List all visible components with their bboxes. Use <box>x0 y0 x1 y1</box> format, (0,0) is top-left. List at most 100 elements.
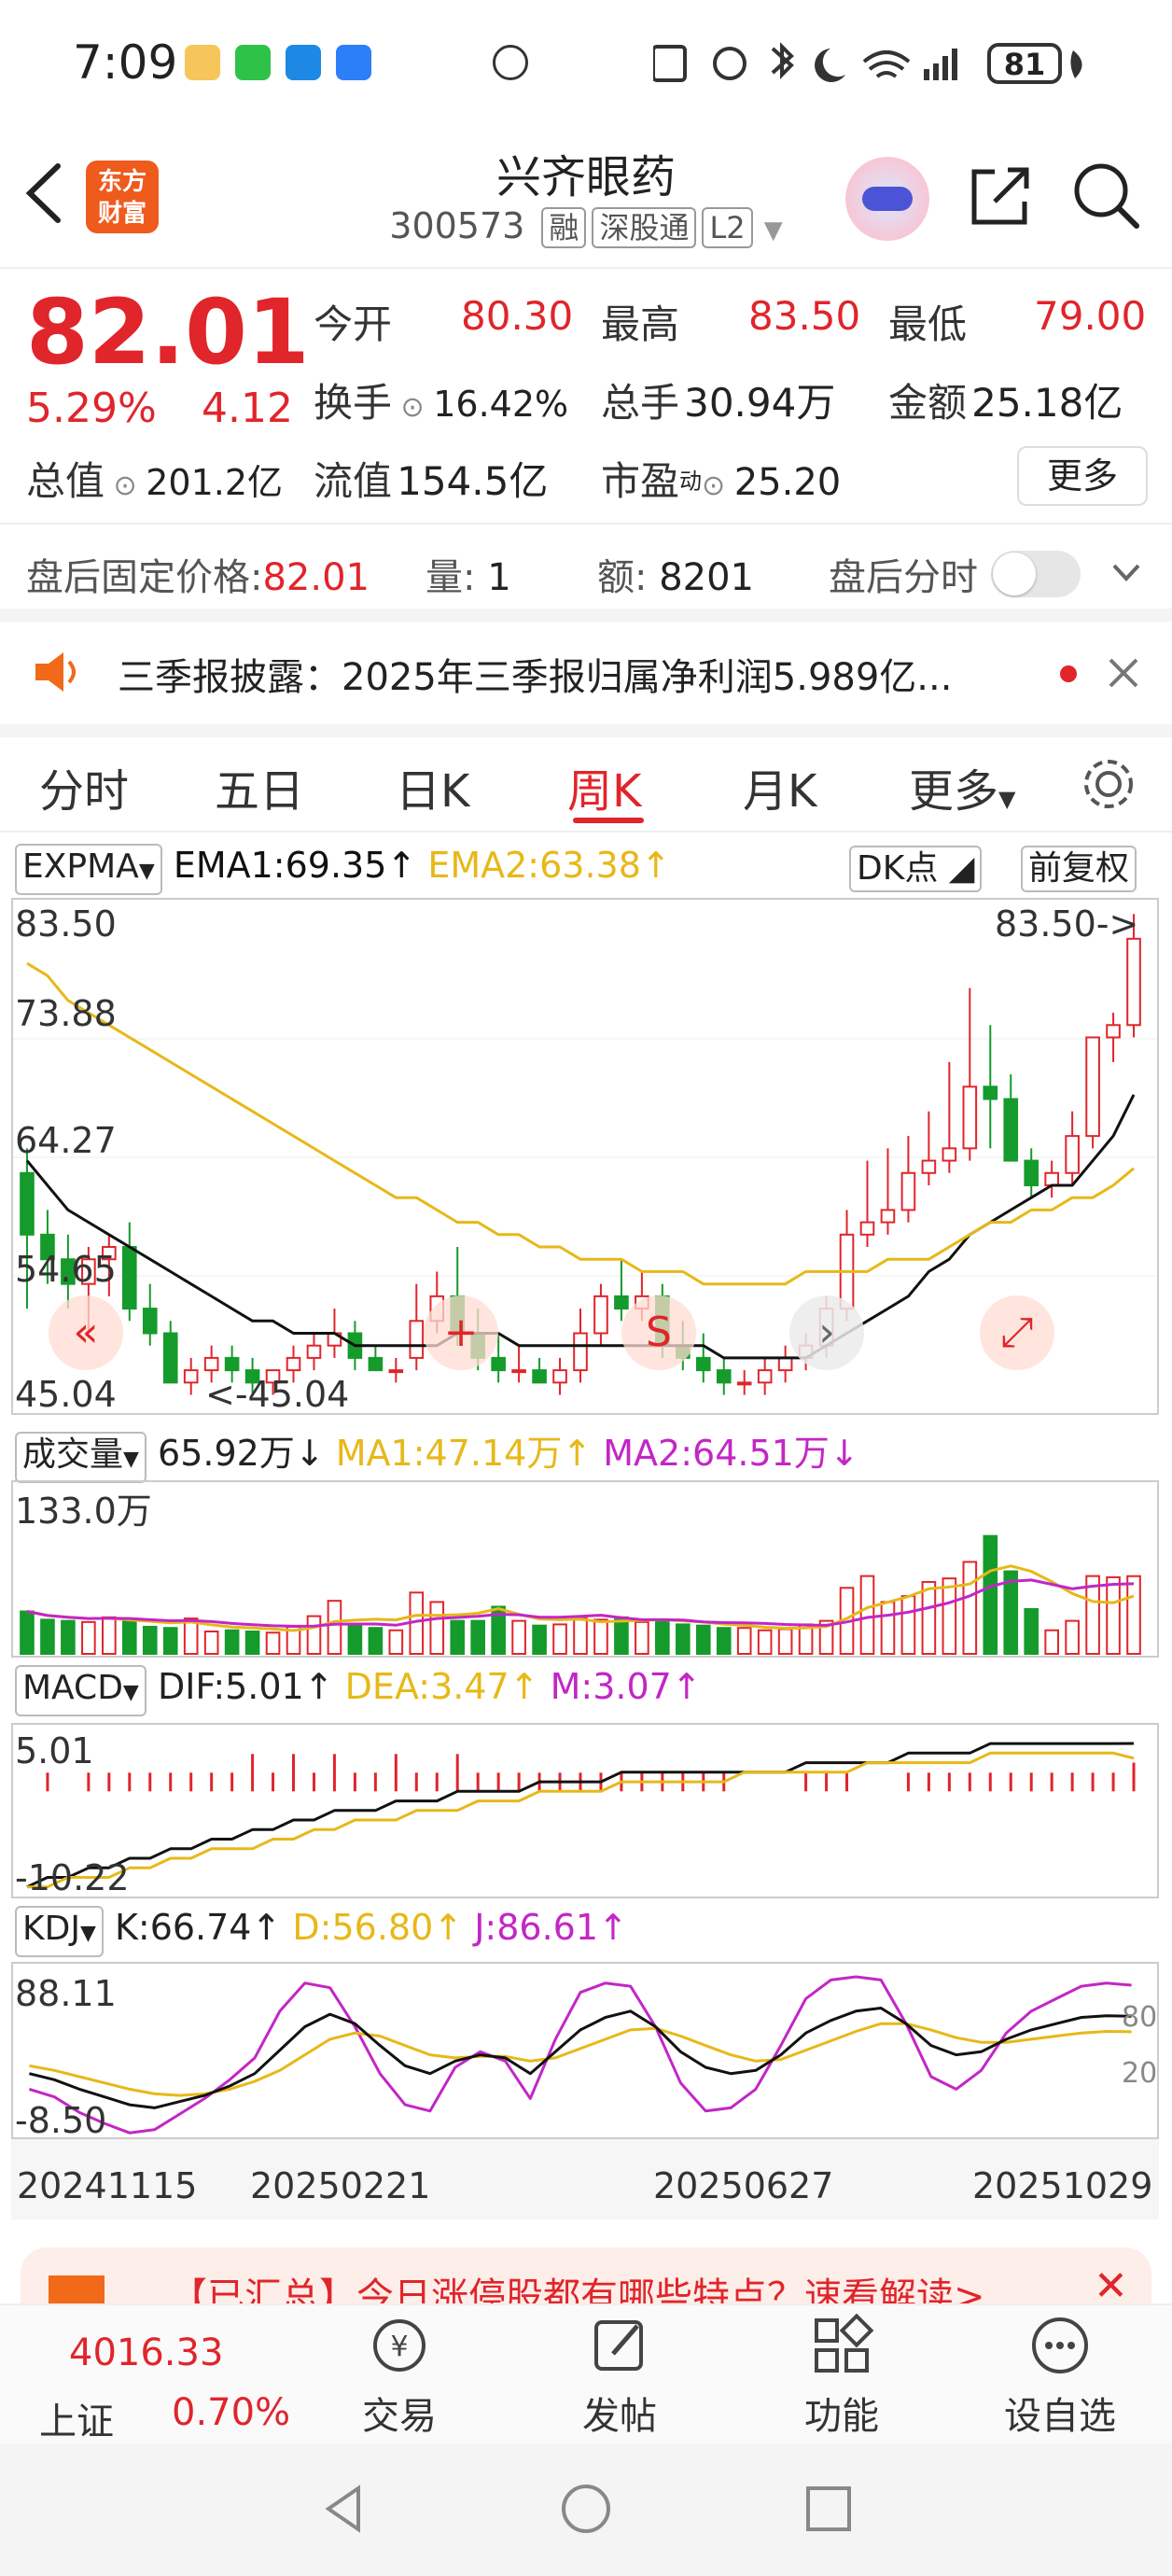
sell-signal-icon[interactable]: S <box>621 1295 696 1370</box>
tab-intraday[interactable]: 分时 <box>39 754 129 819</box>
mktcap-row: 总值 ⊙ 201.2亿 <box>26 450 283 507</box>
kdj-pane[interactable]: 88.11 -8.50 80 20 <box>11 1962 1159 2141</box>
after-hours-toggle[interactable] <box>991 551 1081 597</box>
app-notification-icon <box>185 45 220 80</box>
settings-gear-icon[interactable] <box>1079 754 1138 814</box>
candle <box>614 1295 629 1310</box>
kdj-selector[interactable]: KDJ▼ <box>15 1906 104 1957</box>
tag-l2: L2 <box>702 207 753 248</box>
y-label-3: 64.27 <box>15 1120 117 1161</box>
mktcap-value: 201.2亿 <box>146 462 284 503</box>
candle <box>409 1320 425 1359</box>
scroll-right-icon[interactable]: › <box>789 1295 864 1370</box>
macd-pane[interactable]: 5.01 -10.22 <box>11 1723 1159 1898</box>
kdj-k-line <box>29 2007 1132 2109</box>
y-label-high: 83.50 <box>15 903 117 945</box>
volume-selector[interactable]: 成交量▼ <box>15 1432 146 1483</box>
expma-selector[interactable]: EXPMA▼ <box>15 844 162 895</box>
volume-bar <box>20 1610 35 1656</box>
add-watchlist-button[interactable]: 设自选 <box>995 2313 1125 2440</box>
volume-bar <box>716 1627 732 1655</box>
volume-bar <box>102 1616 117 1655</box>
kdj-level-80: 80 <box>1122 2001 1158 2034</box>
scroll-left-icon[interactable]: « <box>49 1295 123 1370</box>
search-icon[interactable] <box>1071 161 1142 231</box>
promo-text: 【已汇总】今日涨停股都有哪些特点？速看解读> <box>170 2275 985 2303</box>
low-value: 79.00 <box>1034 293 1147 339</box>
function-button[interactable]: 功能 <box>776 2313 907 2440</box>
assistant-avatar-icon[interactable] <box>845 157 929 241</box>
volume-bar <box>757 1629 773 1656</box>
notice-bar[interactable]: 三季报披露：2025年三季报归属净利润5.989亿... <box>0 621 1172 723</box>
nav-home-icon[interactable] <box>558 2481 614 2537</box>
volume-bar <box>511 1619 526 1655</box>
macd-y-bottom: -10.22 <box>15 1857 130 1898</box>
candle <box>695 1356 711 1372</box>
volume-bar <box>162 1627 178 1655</box>
fullscreen-icon[interactable]: ⤢ <box>980 1295 1054 1370</box>
message-app-icon <box>286 45 321 80</box>
nav-recents-icon[interactable] <box>801 2481 857 2537</box>
candle <box>573 1332 588 1372</box>
macd-selector[interactable]: MACD▼ <box>15 1665 146 1716</box>
tag-connect: 深股通 <box>592 207 697 248</box>
status-time: 7:09 <box>73 35 178 90</box>
macd-dif: DIF:5.01 <box>157 1666 304 1707</box>
max-price-label: 83.50-> <box>995 903 1139 945</box>
open-value: 80.30 <box>461 293 574 339</box>
nfc-icon <box>653 45 687 82</box>
leaf-icon <box>1070 50 1082 78</box>
tab-weekly-k[interactable]: 周K <box>567 754 641 819</box>
volume-bar <box>614 1616 629 1655</box>
battery-level: 81 <box>1003 47 1046 82</box>
tab-five-day[interactable]: 五日 <box>215 754 304 819</box>
volume-bar <box>142 1625 158 1656</box>
volume-bar <box>1065 1619 1080 1655</box>
date-label-1: 20241115 <box>17 2165 198 2206</box>
volume-ma1: MA1:47.14万 <box>335 1433 563 1474</box>
candle <box>20 1171 35 1236</box>
volume-bar <box>327 1600 342 1656</box>
promo-banner[interactable]: 【已汇总】今日涨停股都有哪些特点？速看解读> ✕ <box>21 2247 1151 2303</box>
active-tab-indicator <box>573 818 644 823</box>
volume-bar <box>347 1623 363 1655</box>
bluetooth-icon <box>771 42 794 79</box>
more-button[interactable]: 更多 <box>1017 446 1148 506</box>
zoom-in-icon[interactable]: + <box>424 1295 498 1370</box>
close-icon[interactable] <box>1105 654 1142 692</box>
volume-bar <box>593 1618 608 1656</box>
candle <box>900 1171 916 1211</box>
tab-monthly-k[interactable]: 月K <box>743 754 816 819</box>
volume-bar <box>81 1620 96 1655</box>
speaker-icon <box>35 652 76 692</box>
macd-dif-line <box>26 1742 1135 1889</box>
dk-point-button[interactable]: DK点 ◢ <box>849 846 983 892</box>
index-value[interactable]: 4016.33 <box>69 2331 223 2374</box>
volume-bar <box>40 1618 55 1656</box>
adjust-button[interactable]: 前复权 <box>1021 846 1137 892</box>
share-icon[interactable] <box>967 162 1034 230</box>
volume-pane[interactable]: 133.0万 <box>11 1480 1159 1658</box>
post-button[interactable]: 发帖 <box>554 2313 685 2440</box>
chevron-down-icon[interactable] <box>1110 558 1142 586</box>
date-axis: 20241115 20250221 20250627 20251029 <box>11 2139 1159 2219</box>
tab-daily-k[interactable]: 日K <box>396 754 469 819</box>
volume-bar <box>552 1623 567 1655</box>
info-icon[interactable]: ⊙ <box>105 469 146 502</box>
candle <box>552 1369 567 1384</box>
stock-code: 300573 <box>389 205 525 246</box>
trade-icon: ¥ <box>373 2319 426 2372</box>
volume-bar <box>532 1624 547 1655</box>
kline-pane[interactable]: 83.50 73.88 64.27 54.65 45.04 83.50-> <-… <box>11 898 1159 1415</box>
trade-button[interactable]: ¥ 交易 <box>334 2313 465 2440</box>
date-label-4: 20251029 <box>972 2165 1153 2206</box>
volume-indicator-row: 成交量▼ 65.92万↓ MA1:47.14万↑ MA2:64.51万↓ <box>15 1424 859 1483</box>
volume-bar <box>429 1601 445 1655</box>
volume-bar <box>921 1580 937 1655</box>
volume-bar <box>1044 1629 1059 1656</box>
nav-back-icon[interactable] <box>317 2481 373 2537</box>
tab-more[interactable]: 更多▼ <box>909 754 1015 819</box>
candle <box>736 1381 752 1386</box>
candle <box>1085 1036 1100 1138</box>
promo-close-icon[interactable]: ✕ <box>1094 2262 1128 2303</box>
